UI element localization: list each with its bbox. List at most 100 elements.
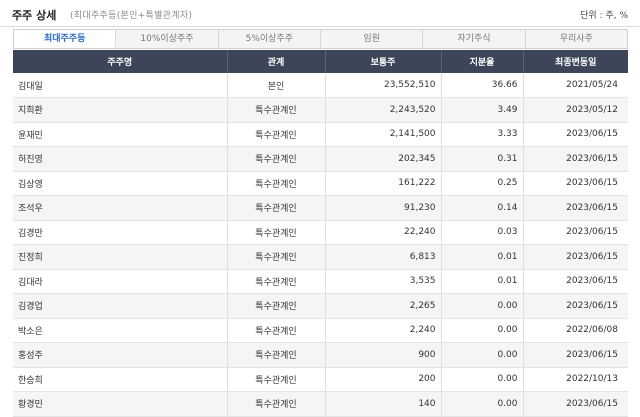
table-row: 김경업 특수관계인 2,265 0.00 2023/06/15 (13, 293, 628, 319)
cell-date: 2023/06/15 (523, 146, 628, 172)
cell-date: 2023/06/15 (523, 293, 628, 319)
tab-treasury-stock[interactable]: 자기주식 (423, 30, 526, 48)
column-header-name[interactable]: 주주명 (13, 50, 228, 73)
cell-relation: 특수관계인 (227, 195, 326, 221)
cell-relation: 특수관계인 (227, 391, 326, 417)
table-row: 진정희 특수관계인 6,813 0.01 2023/06/15 (13, 244, 628, 270)
cell-relation: 특수관계인 (227, 122, 326, 147)
cell-shares: 900 (325, 342, 442, 368)
cell-name: 황경민 (13, 391, 228, 417)
cell-date: 2023/06/15 (523, 244, 628, 270)
cell-date: 2023/06/15 (523, 391, 628, 417)
page-title: 주주 상세 (12, 9, 57, 22)
cell-ratio: 0.00 (441, 367, 524, 392)
tab-employee-stock[interactable]: 우리사주 (525, 30, 627, 48)
cell-relation: 특수관계인 (227, 97, 326, 123)
cell-ratio: 0.00 (441, 318, 524, 343)
tab-bar: 최대주주등 10%이상주주 5%이상주주 임원 자기주식 우리사주 (13, 29, 628, 49)
cell-shares: 91,230 (325, 195, 442, 221)
column-header-shares[interactable]: 보통주 (325, 50, 442, 73)
tab-5pct-shareholders[interactable]: 5%이상주주 (218, 30, 321, 48)
table-row: 홍성주 특수관계인 900 0.00 2023/06/15 (13, 342, 628, 368)
cell-name: 박소은 (13, 318, 228, 343)
cell-relation: 특수관계인 (227, 342, 326, 368)
column-header-date[interactable]: 최종변동일 (523, 50, 628, 73)
cell-date: 2023/06/15 (523, 195, 628, 221)
table-row: 황경민 특수관계인 140 0.00 2023/06/15 (13, 391, 628, 417)
page-header: 주주 상세 (최대주주등(본인+특별관계자) 단위 : 주, % (0, 0, 640, 27)
column-header-ratio[interactable]: 지분율 (441, 50, 524, 73)
cell-ratio: 0.31 (441, 146, 524, 172)
cell-relation: 특수관계인 (227, 318, 326, 343)
cell-ratio: 0.03 (441, 220, 524, 245)
cell-name: 진정희 (13, 244, 228, 270)
cell-relation: 특수관계인 (227, 269, 326, 294)
cell-date: 2023/06/15 (523, 342, 628, 368)
tab-largest-shareholders[interactable]: 최대주주등 (14, 30, 117, 48)
table-row: 김상영 특수관계인 161,222 0.25 2023/06/15 (13, 171, 628, 196)
cell-date: 2023/06/15 (523, 269, 628, 294)
cell-ratio: 36.66 (441, 73, 524, 98)
cell-relation: 특수관계인 (227, 367, 326, 392)
table-header-row: 주주명 관계 보통주 지분율 최종변동일 (13, 50, 628, 73)
cell-ratio: 0.14 (441, 195, 524, 221)
cell-shares: 3,535 (325, 269, 442, 294)
cell-shares: 2,141,500 (325, 122, 442, 147)
table-row: 김경만 특수관계인 22,240 0.03 2023/06/15 (13, 220, 628, 245)
cell-ratio: 3.33 (441, 122, 524, 147)
cell-shares: 23,552,510 (325, 73, 442, 98)
cell-name: 김대일 (13, 73, 228, 98)
unit-label: 단위 : 주, % (580, 11, 628, 21)
cell-shares: 2,265 (325, 293, 442, 319)
column-header-relation[interactable]: 관계 (227, 50, 326, 73)
cell-name: 조석우 (13, 195, 228, 221)
cell-name: 윤재민 (13, 122, 228, 147)
cell-relation: 특수관계인 (227, 293, 326, 319)
table-row: 한승희 특수관계인 200 0.00 2022/10/13 (13, 367, 628, 392)
cell-date: 2021/05/24 (523, 73, 628, 98)
cell-name: 김경만 (13, 220, 228, 245)
cell-ratio: 0.00 (441, 391, 524, 417)
cell-ratio: 0.00 (441, 342, 524, 368)
cell-shares: 202,345 (325, 146, 442, 172)
tab-10pct-shareholders[interactable]: 10%이상주주 (116, 30, 219, 48)
cell-shares: 2,240 (325, 318, 442, 343)
tab-executives[interactable]: 임원 (320, 30, 424, 48)
cell-name: 김상영 (13, 171, 228, 196)
shareholder-table: 주주명 관계 보통주 지분율 최종변동일 김대일 본인 23,552,510 36.6… (13, 50, 628, 417)
cell-shares: 22,240 (325, 220, 442, 245)
table-row: 윤재민 특수관계인 2,141,500 3.33 2023/06/15 (13, 122, 628, 147)
cell-date: 2022/10/13 (523, 367, 628, 392)
cell-name: 홍성주 (13, 342, 228, 368)
cell-ratio: 0.00 (441, 293, 524, 319)
cell-ratio: 3.49 (441, 97, 524, 123)
table-row: 김대일 본인 23,552,510 36.66 2021/05/24 (13, 73, 628, 98)
cell-ratio: 0.01 (441, 244, 524, 270)
cell-name: 지희환 (13, 97, 228, 123)
table-row: 지희환 특수관계인 2,243,520 3.49 2023/05/12 (13, 97, 628, 123)
cell-name: 김경업 (13, 293, 228, 319)
table-row: 김대라 특수관계인 3,535 0.01 2023/06/15 (13, 269, 628, 294)
cell-shares: 140 (325, 391, 442, 417)
cell-relation: 특수관계인 (227, 244, 326, 270)
cell-date: 2023/06/15 (523, 220, 628, 245)
cell-name: 한승희 (13, 367, 228, 392)
cell-shares: 161,222 (325, 171, 442, 196)
cell-shares: 2,243,520 (325, 97, 442, 123)
table-row: 허진영 특수관계인 202,345 0.31 2023/06/15 (13, 146, 628, 172)
page-subtitle: (최대주주등(본인+특별관계자) (70, 11, 193, 21)
cell-name: 허진영 (13, 146, 228, 172)
cell-relation: 본인 (227, 73, 326, 98)
cell-relation: 특수관계인 (227, 171, 326, 196)
cell-relation: 특수관계인 (227, 220, 326, 245)
cell-date: 2023/06/15 (523, 171, 628, 196)
cell-date: 2022/06/08 (523, 318, 628, 343)
cell-shares: 200 (325, 367, 442, 392)
table-row: 조석우 특수관계인 91,230 0.14 2023/06/15 (13, 195, 628, 221)
cell-ratio: 0.25 (441, 171, 524, 196)
cell-name: 김대라 (13, 269, 228, 294)
cell-ratio: 0.01 (441, 269, 524, 294)
cell-date: 2023/05/12 (523, 97, 628, 123)
table-row: 박소은 특수관계인 2,240 0.00 2022/06/08 (13, 318, 628, 343)
cell-relation: 특수관계인 (227, 146, 326, 172)
